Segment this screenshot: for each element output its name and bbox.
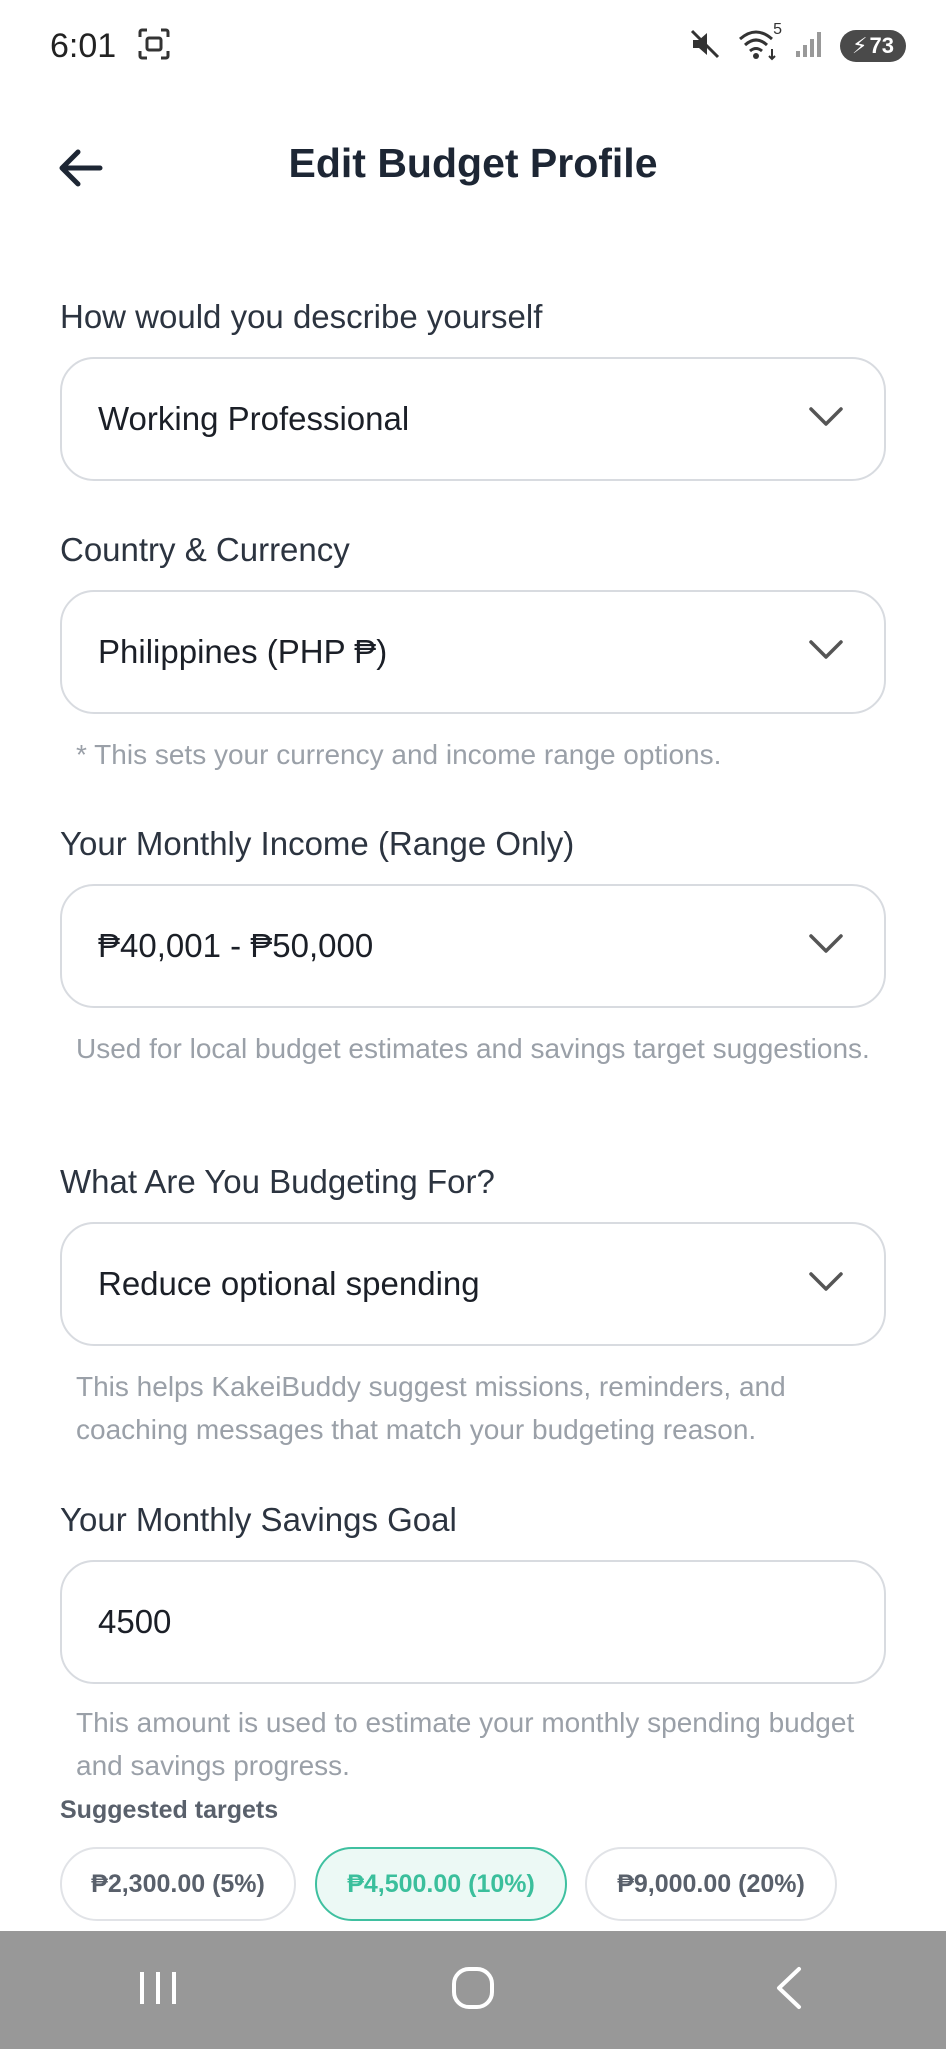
describe-label: How would you describe yourself — [60, 298, 543, 335]
country-value: Philippines (PHP ₱) — [98, 633, 388, 670]
battery-indicator: ⚡ 73 — [840, 30, 906, 62]
chevron-down-icon — [808, 933, 844, 960]
income-select[interactable]: ₱40,001 - ₱50,000 — [60, 884, 886, 1008]
clock: 6:01 — [50, 26, 117, 65]
wifi-icon: 5 — [736, 21, 782, 66]
income-hint: Used for local budget estimates and savi… — [76, 1033, 870, 1064]
chevron-left-icon — [773, 1965, 803, 2016]
savings-hint: This amount is used to estimate your mon… — [76, 1707, 855, 1781]
status-right: 5 ⚡ 73 — [688, 21, 906, 66]
income-label: Your Monthly Income (Range Only) — [60, 825, 575, 862]
savings-input[interactable]: 4500 — [60, 1560, 886, 1684]
purpose-value: Reduce optional spending — [98, 1265, 480, 1302]
income-value: ₱40,001 - ₱50,000 — [98, 927, 374, 964]
chevron-down-icon — [808, 639, 844, 666]
suggested-chip-10[interactable]: ₱4,500.00 (10%) — [315, 1847, 567, 1921]
describe-value: Working Professional — [98, 400, 410, 437]
status-bar: 6:01 5 ⚡ 73 — [0, 0, 946, 92]
suggested-chip-20[interactable]: ₱9,000.00 (20%) — [585, 1847, 837, 1921]
savings-label: Your Monthly Savings Goal — [60, 1501, 457, 1538]
system-back-button[interactable] — [728, 1950, 848, 2030]
header: Edit Budget Profile — [0, 120, 946, 216]
home-icon — [450, 1965, 496, 2016]
page-title: Edit Budget Profile — [288, 140, 658, 186]
suggested-chip-5[interactable]: ₱2,300.00 (5%) — [60, 1847, 296, 1921]
country-select[interactable]: Philippines (PHP ₱) — [60, 590, 886, 714]
suggested-label: Suggested targets — [60, 1796, 279, 1824]
recents-button[interactable] — [98, 1950, 218, 2030]
recents-icon — [136, 1968, 180, 2013]
purpose-select[interactable]: Reduce optional spending — [60, 1222, 886, 1346]
screenshot-icon — [136, 26, 172, 67]
chevron-down-icon — [808, 406, 844, 433]
wifi-badge: 5 — [773, 20, 782, 38]
purpose-hint: This helps KakeiBuddy suggest missions, … — [76, 1371, 786, 1445]
describe-select[interactable]: Working Professional — [60, 357, 886, 481]
purpose-label: What Are You Budgeting For? — [60, 1163, 495, 1200]
chevron-down-icon — [808, 1271, 844, 1298]
signal-icon — [794, 29, 826, 64]
country-hint: * This sets your currency and income ran… — [76, 739, 722, 770]
savings-value: 4500 — [98, 1603, 172, 1640]
home-button[interactable] — [413, 1950, 533, 2030]
charging-icon: ⚡ — [852, 33, 868, 58]
battery-level: 73 — [869, 33, 894, 58]
status-left: 6:01 — [50, 26, 172, 67]
mute-icon — [688, 27, 722, 66]
country-label: Country & Currency — [60, 531, 350, 568]
system-nav-bar — [0, 1931, 946, 2049]
